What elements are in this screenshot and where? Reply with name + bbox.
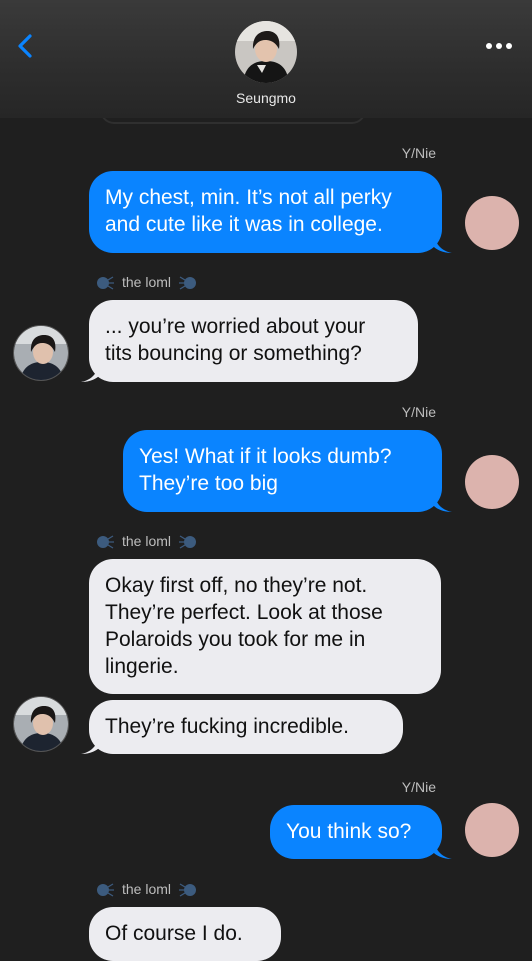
sent-message-bubble[interactable]: Yes! What if it looks dumb? They’re too … xyxy=(123,430,442,512)
sender-name-row: the loml xyxy=(96,881,197,897)
speaking-head-icon xyxy=(179,276,197,290)
speaking-head-icon xyxy=(97,535,114,549)
bubble-tail xyxy=(81,364,99,382)
chat-header: Seungmo xyxy=(0,0,532,118)
sender-name: Y/Nie xyxy=(401,145,436,161)
sender-name: the loml xyxy=(122,274,172,290)
received-message-bubble[interactable]: ... you’re worried about your tits bounc… xyxy=(89,300,418,382)
contact-avatar[interactable] xyxy=(13,325,69,381)
message-line: lingerie. xyxy=(105,655,179,678)
contact-avatar[interactable] xyxy=(13,696,69,752)
received-message-bubble[interactable]: Okay first off, no they’re not. They’re … xyxy=(89,559,441,694)
user-avatar xyxy=(465,455,519,509)
speaking-head-icon xyxy=(179,535,197,549)
speaking-head-icon xyxy=(179,883,197,897)
sender-name-row: the loml xyxy=(96,533,197,549)
speaking-head-icon xyxy=(97,883,114,897)
more-options-icon[interactable] xyxy=(484,34,514,58)
sender-name: Y/Nie xyxy=(401,404,436,420)
received-message-bubble[interactable]: Of course I do. xyxy=(89,907,281,961)
message-line: My chest, min. It’s not all perky xyxy=(105,186,392,209)
message-line: They’re perfect. Look at those xyxy=(105,601,383,624)
bubble-tail xyxy=(434,235,452,253)
sender-name: the loml xyxy=(122,881,172,897)
message-line: Of course I do. xyxy=(105,922,243,945)
sender-name-row: the loml xyxy=(96,274,197,290)
bubble-tail xyxy=(434,494,452,512)
message-line: and cute like it was in college. xyxy=(105,213,383,236)
speaking-head-icon xyxy=(97,276,114,290)
received-message-bubble[interactable]: They’re fucking incredible. xyxy=(89,700,403,754)
message-line: Yes! What if it looks dumb? xyxy=(139,445,392,468)
back-chevron-icon[interactable] xyxy=(8,28,44,64)
contact-name: Seungmo xyxy=(236,90,296,106)
sender-name: the loml xyxy=(122,533,172,549)
message-line: Polaroids you took for me in xyxy=(105,628,366,651)
message-line: ... you’re worried about your xyxy=(105,315,366,338)
bubble-tail xyxy=(434,841,452,859)
user-avatar xyxy=(465,803,519,857)
message-line: You think so? xyxy=(286,820,412,843)
message-line: tits bouncing or something? xyxy=(105,342,362,365)
message-line: They’re too big xyxy=(139,472,278,495)
sender-name: Y/Nie xyxy=(401,779,436,795)
sent-message-bubble[interactable]: My chest, min. It’s not all perky and cu… xyxy=(89,171,442,253)
bubble-tail xyxy=(81,736,99,754)
sent-message-bubble[interactable]: You think so? xyxy=(270,805,442,859)
message-line: They’re fucking incredible. xyxy=(105,715,349,738)
contact-avatar[interactable] xyxy=(235,21,297,83)
user-avatar xyxy=(465,196,519,250)
message-line: Okay first off, no they’re not. xyxy=(105,574,368,597)
